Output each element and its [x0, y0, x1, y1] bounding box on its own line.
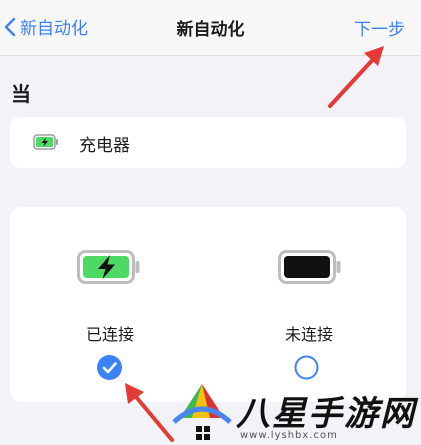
option-connected[interactable]: 已连接	[10, 207, 208, 402]
next-button[interactable]: 下一步	[354, 15, 405, 40]
trigger-card[interactable]: 充电器	[10, 117, 406, 168]
watermark-logo-icon	[172, 384, 232, 440]
checkmark-icon	[102, 362, 117, 374]
unselected-radio-icon[interactable]	[294, 355, 319, 380]
option-not-connected-label: 未连接	[285, 325, 334, 344]
annotation-arrow-next	[328, 46, 384, 108]
option-connected-label: 已连接	[86, 325, 135, 344]
battery-full-icon	[278, 250, 341, 284]
watermark-text: 八星手游网	[236, 394, 416, 434]
battery-charging-icon	[33, 134, 58, 150]
connection-options-card: 已连接 未连接	[10, 207, 406, 402]
selected-checkmark[interactable]	[97, 355, 122, 380]
section-header-when: 当	[11, 82, 31, 106]
trigger-label: 充电器	[79, 136, 130, 156]
watermark-url: www.lyshbx.com	[240, 430, 338, 441]
option-not-connected[interactable]: 未连接	[208, 207, 406, 402]
battery-charging-icon	[77, 250, 140, 284]
watermark: 八星手游网 www.lyshbx.com	[170, 378, 421, 445]
